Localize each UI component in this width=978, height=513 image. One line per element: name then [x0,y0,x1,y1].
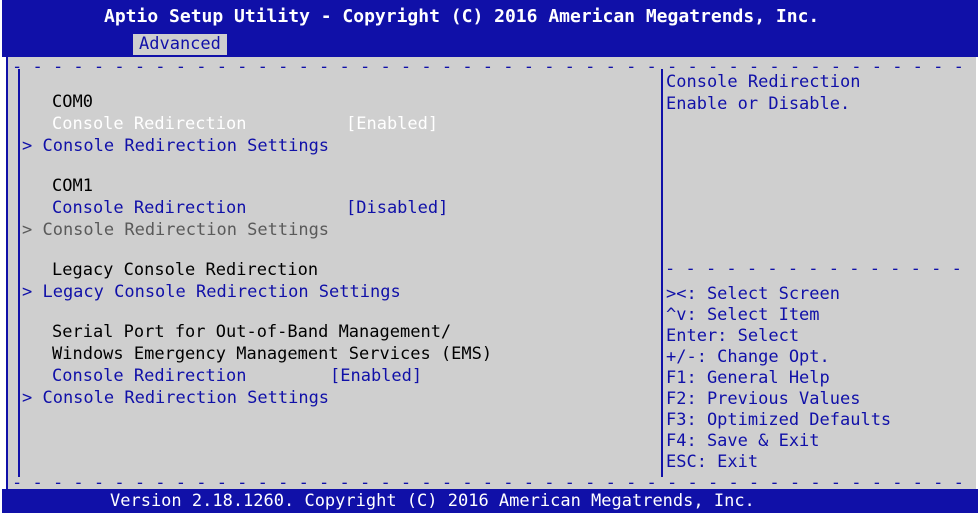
main-panel: - - - - - - - - - - - - - - - - - - - - … [6,57,978,489]
title-bar: Aptio Setup Utility - Copyright (C) 2016… [2,0,978,57]
key-hint-optimized-defaults: F3: Optimized Defaults [666,410,892,430]
legacy-console-redirection-settings[interactable]: > Legacy Console Redirection Settings [22,281,401,303]
key-hint-enter-select: Enter: Select [666,326,800,346]
window-title: Aptio Setup Utility - Copyright (C) 2016… [104,6,820,27]
help-description-line2: Enable or Disable. [666,94,851,114]
com0-console-redirection-value[interactable]: [Enabled] [346,113,438,135]
help-description-line1: Console Redirection [666,72,861,92]
com0-console-redirection-settings[interactable]: > Console Redirection Settings [22,135,329,157]
com1-console-redirection-value[interactable]: [Disabled] [346,197,448,219]
key-hint-select-screen: ><: Select Screen [666,284,840,304]
footer-bar: Version 2.18.1260. Copyright (C) 2016 Am… [2,489,978,513]
com1-console-redirection-label[interactable]: Console Redirection [52,197,246,219]
com1-console-redirection-settings: > Console Redirection Settings [22,220,330,240]
com1-header: COM1 [52,176,93,196]
legacy-header: Legacy Console Redirection [52,260,319,280]
ems-console-redirection-value[interactable]: [Enabled] [330,365,422,387]
key-hint-general-help: F1: General Help [666,368,830,388]
key-hint-previous-values: F2: Previous Values [666,389,861,409]
ems-console-redirection-settings[interactable]: > Console Redirection Settings [22,387,329,409]
help-dashed-divider: - - - - - - - - - - - - - - - - - - - - … [665,263,962,275]
tab-advanced[interactable]: Advanced [133,34,227,55]
ems-console-redirection-label[interactable]: Console Redirection [52,365,246,387]
bios-screen: Aptio Setup Utility - Copyright (C) 2016… [0,0,978,513]
key-hint-save-exit: F4: Save & Exit [666,431,820,451]
footer-version: Version 2.18.1260. Copyright (C) 2016 Am… [110,491,755,511]
ems-header-line2: Windows Emergency Management Services (E… [52,344,493,364]
ems-header-line1: Serial Port for Out-of-Band Management/ [52,322,452,342]
key-hint-select-item: ^v: Select Item [666,305,820,325]
left-border [18,69,20,477]
bottom-dashed-border: - - - - - - - - - - - - - - - - - - - - … [12,477,964,489]
key-hint-esc-exit: ESC: Exit [666,452,759,472]
key-hint-change-opt: +/-: Change Opt. [666,347,830,367]
com0-console-redirection-label[interactable]: Console Redirection [52,113,246,135]
column-divider [661,69,663,477]
com0-header: COM0 [52,92,93,112]
